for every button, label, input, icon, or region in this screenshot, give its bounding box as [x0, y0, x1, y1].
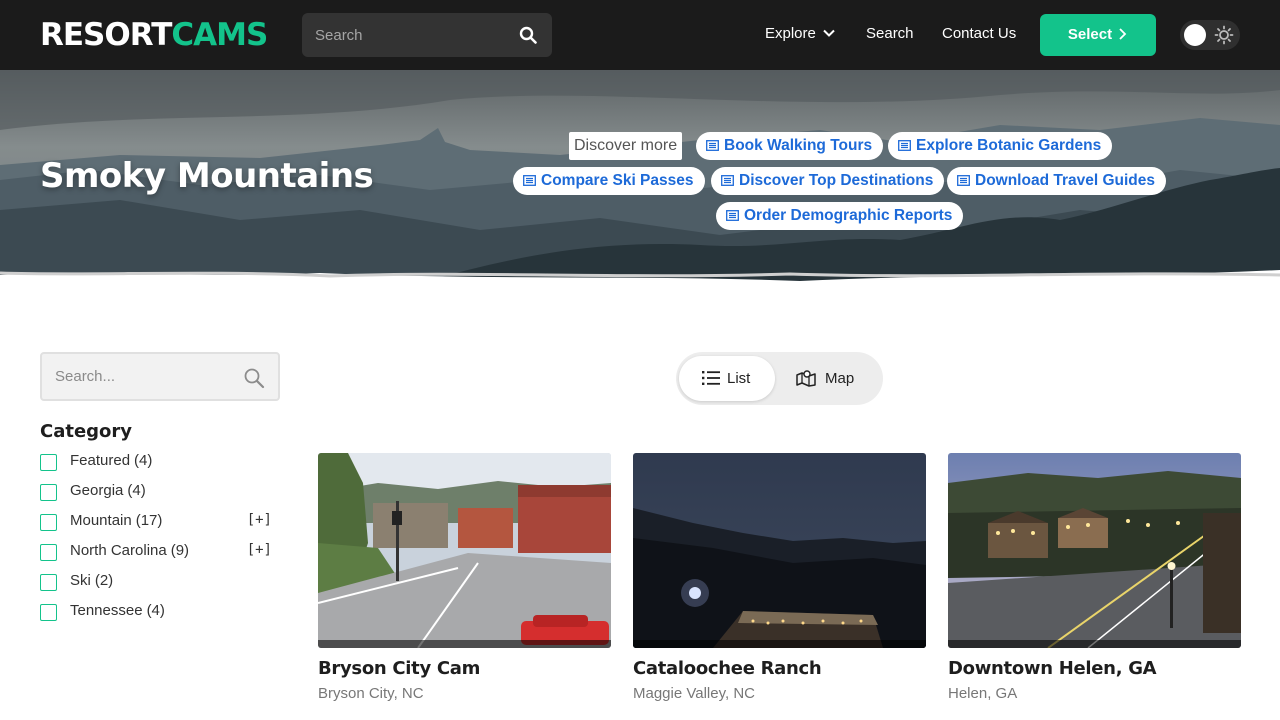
dusk-town-image	[948, 453, 1241, 648]
timestamp-overlay	[633, 640, 926, 648]
document-icon	[898, 140, 911, 151]
cam-title[interactable]: Downtown Helen, GA	[948, 658, 1157, 679]
map-view-button[interactable]: Map	[796, 356, 880, 401]
category-checkbox[interactable]	[40, 574, 57, 591]
webcam-thumbnail[interactable]	[318, 453, 611, 648]
theme-toggle[interactable]	[1180, 20, 1240, 50]
category-item-ski[interactable]: Ski (2)	[40, 571, 272, 593]
nav-contact-link[interactable]: Contact Us	[942, 24, 1016, 44]
category-item-north-carolina[interactable]: North Carolina (9) [+]	[40, 541, 272, 563]
header-search-input[interactable]	[302, 13, 502, 57]
cam-location: Bryson City, NC	[318, 685, 424, 702]
expand-toggle[interactable]: [+]	[247, 542, 272, 558]
top-navbar: RESORTCAMS Explore Search Contact Us Sel…	[0, 0, 1280, 70]
map-icon	[796, 370, 816, 387]
category-checkbox[interactable]	[40, 514, 57, 531]
cam-title[interactable]: Bryson City Cam	[318, 658, 480, 679]
document-icon	[957, 175, 970, 186]
page-title: Smoky Mountains	[40, 156, 374, 196]
search-icon[interactable]	[243, 367, 265, 389]
select-button[interactable]: Select	[1040, 14, 1156, 56]
nav-explore-menu[interactable]: Explore	[765, 24, 836, 44]
view-toggle: List Map	[676, 352, 883, 405]
category-checkbox[interactable]	[40, 454, 57, 471]
search-icon[interactable]	[519, 26, 537, 44]
chip-book-walking-tours[interactable]: Book Walking Tours	[696, 132, 884, 160]
sun-icon	[1214, 25, 1234, 45]
hero-banner: Smoky Mountains Discover more Book Walki…	[0, 70, 1280, 290]
category-checkbox[interactable]	[40, 604, 57, 621]
timestamp-overlay	[318, 640, 611, 648]
chip-order-demographic-reports[interactable]: Order Demographic Reports	[716, 202, 964, 230]
category-checkbox[interactable]	[40, 544, 57, 561]
chevron-right-icon	[1119, 28, 1127, 40]
discover-more-label: Discover more	[569, 132, 683, 160]
category-checkbox[interactable]	[40, 484, 57, 501]
site-logo[interactable]: RESORTCAMS	[40, 16, 268, 54]
toggle-knob	[1184, 24, 1206, 46]
category-item-mountain[interactable]: Mountain (17) [+]	[40, 511, 272, 533]
nav-search-link[interactable]: Search	[866, 24, 914, 44]
header-search-box	[302, 13, 552, 57]
webcam-thumbnail[interactable]	[948, 453, 1241, 648]
sidebar-search-box	[40, 352, 280, 401]
document-icon	[721, 175, 734, 186]
document-icon	[523, 175, 536, 186]
sidebar-search-input[interactable]	[42, 354, 232, 399]
category-item-georgia[interactable]: Georgia (4)	[40, 481, 272, 503]
expand-toggle[interactable]: [+]	[247, 512, 272, 528]
category-heading: Category	[40, 421, 133, 442]
list-view-button[interactable]: List	[679, 356, 775, 401]
night-scene-image	[633, 453, 926, 648]
chip-explore-botanic-gardens[interactable]: Explore Botanic Gardens	[888, 132, 1113, 160]
cam-title[interactable]: Cataloochee Ranch	[633, 658, 822, 679]
timestamp-overlay	[948, 640, 1241, 648]
chevron-down-icon	[823, 29, 835, 37]
category-item-tennessee[interactable]: Tennessee (4)	[40, 601, 272, 623]
category-item-featured[interactable]: Featured (4)	[40, 451, 272, 473]
chip-compare-ski-passes[interactable]: Compare Ski Passes	[513, 167, 705, 195]
document-icon	[706, 140, 719, 151]
cam-location: Helen, GA	[948, 685, 1018, 702]
street-scene-image	[318, 453, 611, 648]
chip-download-travel-guides[interactable]: Download Travel Guides	[947, 167, 1167, 195]
document-icon	[726, 210, 739, 221]
chip-discover-top-destinations[interactable]: Discover Top Destinations	[711, 167, 945, 195]
list-icon	[702, 371, 720, 385]
webcam-thumbnail[interactable]	[633, 453, 926, 648]
cam-location: Maggie Valley, NC	[633, 685, 755, 702]
